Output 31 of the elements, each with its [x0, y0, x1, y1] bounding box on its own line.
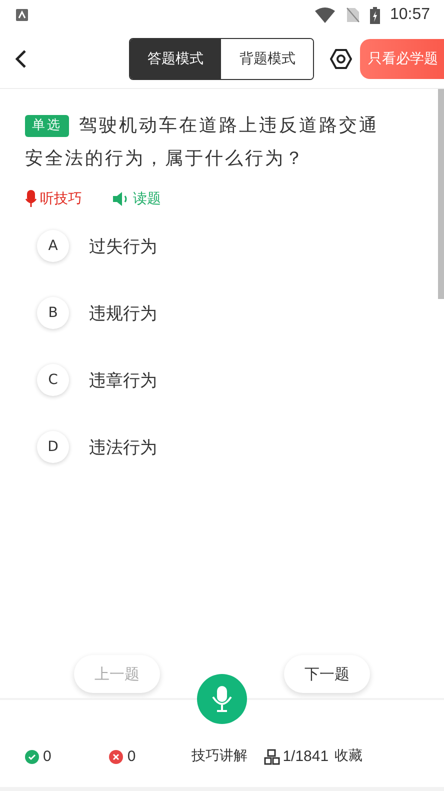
- cross-icon: [109, 750, 124, 764]
- question-text: 单选 驾驶机动车在道路上违反道路交通安全法的行为，属于什么行为？: [25, 114, 380, 171]
- explain-button[interactable]: 技巧讲解: [192, 747, 248, 765]
- correct-count: 0: [25, 748, 52, 765]
- settings-icon[interactable]: [330, 48, 352, 70]
- option-letter[interactable]: D: [37, 431, 69, 463]
- progress-button[interactable]: 1/1841: [264, 748, 329, 765]
- question-type-tag: 单选: [25, 115, 69, 137]
- option-letter[interactable]: C: [37, 364, 69, 396]
- option-text[interactable]: 过失行为: [89, 234, 157, 258]
- no-sim-icon: [346, 7, 360, 23]
- listen-tips-button[interactable]: 听技巧: [25, 190, 82, 208]
- favorite-button[interactable]: 收藏: [334, 747, 363, 765]
- mode-tab[interactable]: 答题模式: [130, 39, 222, 79]
- option-letter[interactable]: A: [37, 230, 69, 262]
- battery-charging-icon: [370, 6, 380, 24]
- check-icon: [25, 750, 39, 764]
- option-letter[interactable]: B: [37, 297, 69, 329]
- wrong-count: 0: [109, 748, 136, 765]
- microphone-icon: [25, 190, 37, 208]
- back-icon: [14, 49, 28, 69]
- option-text[interactable]: 违规行为: [89, 302, 157, 324]
- grid-icon: [264, 748, 280, 764]
- option-text[interactable]: 违章行为: [89, 368, 157, 392]
- microphone-button[interactable]: [197, 674, 247, 724]
- status-time: 10:57: [390, 6, 430, 24]
- wifi-icon: [314, 7, 336, 23]
- microphone-icon: [211, 685, 233, 713]
- option-text[interactable]: 违法行为: [89, 436, 157, 458]
- notification-icon: [16, 9, 28, 21]
- next-button[interactable]: 下一题: [284, 655, 370, 693]
